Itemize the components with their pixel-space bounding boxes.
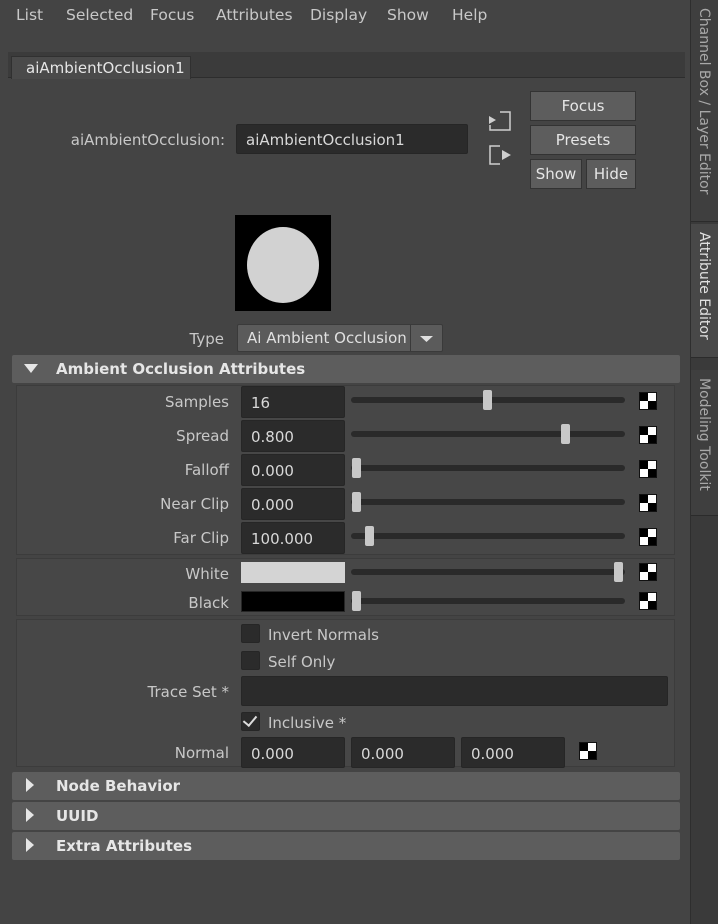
near-clip-field[interactable]: 0.000 xyxy=(241,488,345,520)
far-clip-slider-track[interactable] xyxy=(351,533,625,539)
normal-z-field[interactable]: 0.000 xyxy=(461,737,565,768)
white-label: White xyxy=(185,565,229,583)
samples-field[interactable]: 16 xyxy=(241,386,345,418)
samples-slider-handle[interactable] xyxy=(483,390,492,410)
checkmark-icon xyxy=(242,711,258,728)
spread-field[interactable]: 0.800 xyxy=(241,420,345,452)
invert-normals-checkbox[interactable] xyxy=(241,624,260,643)
node-tab-bar: aiAmbientOcclusion1 xyxy=(8,52,685,79)
menu-display[interactable]: Display xyxy=(310,6,367,24)
focus-button[interactable]: Focus xyxy=(530,91,636,121)
near-clip-map-button-icon[interactable] xyxy=(639,494,657,512)
falloff-slider-track[interactable] xyxy=(351,465,625,471)
far-clip-field[interactable]: 100.000 xyxy=(241,522,345,554)
falloff-label: Falloff xyxy=(184,461,229,479)
material-swatch xyxy=(235,215,331,311)
menu-attributes[interactable]: Attributes xyxy=(216,6,293,24)
self-only-checkbox[interactable] xyxy=(241,651,260,670)
invert-normals-label: Invert Normals xyxy=(268,626,379,644)
expand-arrow-icon xyxy=(26,838,34,852)
menu-show[interactable]: Show xyxy=(387,6,429,24)
type-value: Ai Ambient Occlusion xyxy=(247,329,407,347)
tab-attribute-editor[interactable]: Attribute Editor xyxy=(691,224,718,358)
chevron-down-icon xyxy=(410,325,442,351)
white-map-button-icon[interactable] xyxy=(639,563,657,581)
node-name-field[interactable]: aiAmbientOcclusion1 xyxy=(236,124,468,154)
spread-label: Spread xyxy=(176,427,229,445)
output-connections-icon[interactable] xyxy=(488,145,512,165)
black-slider-handle[interactable] xyxy=(352,591,361,611)
self-only-label: Self Only xyxy=(268,653,336,671)
node-tab[interactable]: aiAmbientOcclusion1 xyxy=(11,56,191,79)
spread-slider-handle[interactable] xyxy=(561,424,570,444)
side-tab-bar: Channel Box / Layer Editor Attribute Edi… xyxy=(690,0,718,924)
white-slider-track[interactable] xyxy=(351,569,625,575)
black-label: Black xyxy=(188,594,229,612)
section-node-behavior[interactable]: Node Behavior xyxy=(12,772,680,800)
section-uuid[interactable]: UUID xyxy=(12,802,680,830)
trace-set-label: Trace Set * xyxy=(147,683,229,701)
normal-label: Normal xyxy=(174,744,229,762)
falloff-slider-handle[interactable] xyxy=(352,458,361,478)
menu-help[interactable]: Help xyxy=(452,6,487,24)
section-ambient-occlusion[interactable]: Ambient Occlusion Attributes xyxy=(12,355,680,383)
collapse-arrow-icon xyxy=(24,364,38,373)
samples-label: Samples xyxy=(164,393,229,411)
hide-button[interactable]: Hide xyxy=(586,159,636,189)
section-extra-attributes[interactable]: Extra Attributes xyxy=(12,832,680,860)
black-slider-track[interactable] xyxy=(351,598,625,604)
expand-arrow-icon xyxy=(26,808,34,822)
expand-arrow-icon xyxy=(26,778,34,792)
normal-y-field[interactable]: 0.000 xyxy=(351,737,455,768)
falloff-field[interactable]: 0.000 xyxy=(241,454,345,486)
presets-button[interactable]: Presets xyxy=(530,125,636,155)
menu-bar: List Selected Focus Attributes Display S… xyxy=(0,0,690,32)
normal-x-field[interactable]: 0.000 xyxy=(241,737,345,768)
spread-slider-track[interactable] xyxy=(351,431,625,437)
node-name-label: aiAmbientOcclusion: xyxy=(70,131,225,149)
near-clip-slider-track[interactable] xyxy=(351,499,625,505)
black-map-button-icon[interactable] xyxy=(639,592,657,610)
show-button[interactable]: Show xyxy=(530,159,582,189)
trace-set-field[interactable] xyxy=(241,676,668,706)
near-clip-slider-handle[interactable] xyxy=(352,492,361,512)
black-color-swatch[interactable] xyxy=(241,591,345,612)
tab-modeling-toolkit[interactable]: Modeling Toolkit xyxy=(691,370,718,516)
normal-map-button-icon[interactable] xyxy=(579,742,597,760)
far-clip-label: Far Clip xyxy=(173,529,229,547)
falloff-map-button-icon[interactable] xyxy=(639,460,657,478)
white-slider-handle[interactable] xyxy=(614,562,623,582)
inclusive-checkbox[interactable] xyxy=(241,711,260,731)
white-color-swatch[interactable] xyxy=(241,562,345,583)
menu-focus[interactable]: Focus xyxy=(150,6,194,24)
menu-list[interactable]: List xyxy=(16,6,43,24)
tab-channel-box[interactable]: Channel Box / Layer Editor xyxy=(691,0,718,222)
inclusive-label: Inclusive * xyxy=(268,714,347,732)
type-label: Type xyxy=(189,330,224,348)
samples-map-button-icon[interactable] xyxy=(639,392,657,410)
far-clip-slider-handle[interactable] xyxy=(365,526,374,546)
near-clip-label: Near Clip xyxy=(160,495,229,513)
type-dropdown[interactable]: Ai Ambient Occlusion xyxy=(237,324,443,352)
input-connections-icon[interactable] xyxy=(488,111,511,131)
menu-selected[interactable]: Selected xyxy=(66,6,133,24)
far-clip-map-button-icon[interactable] xyxy=(639,528,657,546)
spread-map-button-icon[interactable] xyxy=(639,426,657,444)
